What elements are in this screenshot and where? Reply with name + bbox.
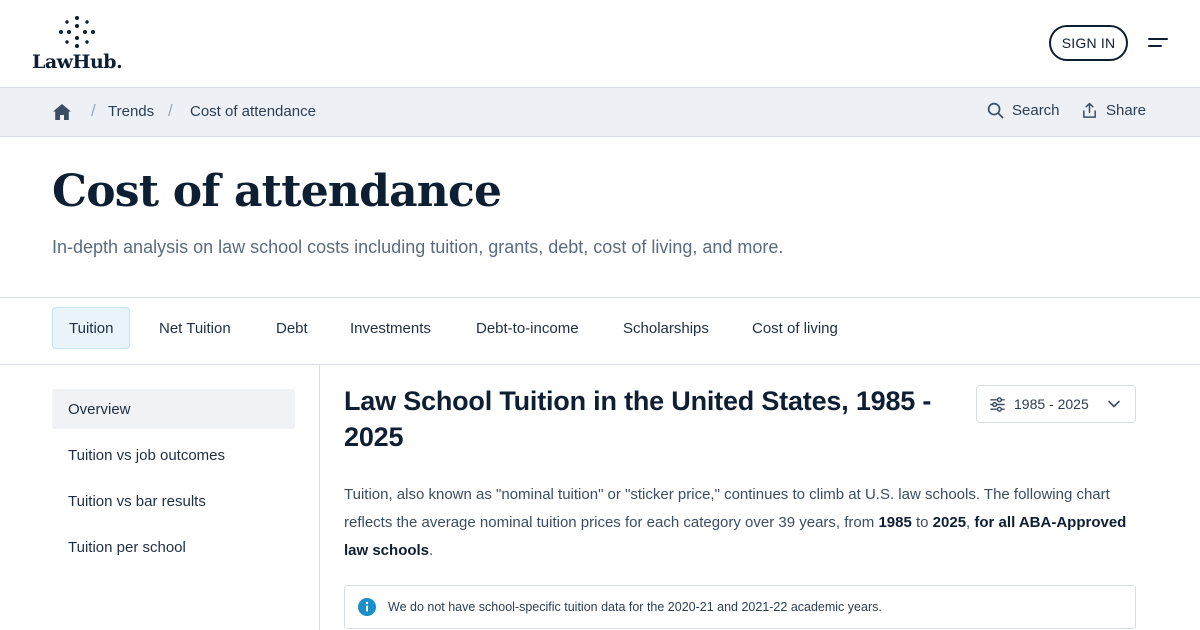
intro-to: to [911,514,933,531]
logo-text: LawHub. [32,51,123,73]
share-button[interactable]: Share [1081,102,1146,119]
tab-debt[interactable]: Debt [260,307,324,349]
tab-scholarships[interactable]: Scholarships [607,307,725,349]
sidebar-item-tuition-vs-bar-results[interactable]: Tuition vs bar results [52,481,295,521]
section-title: Law School Tuition in the United States,… [344,386,932,452]
home-icon[interactable] [52,102,72,122]
tab-cost-of-living[interactable]: Cost of living [736,307,854,349]
breadcrumb-item-cost-of-attendance[interactable]: Cost of attendance [190,103,316,120]
intro-end: . [429,542,434,559]
sidebar-item-tuition-per-school[interactable]: Tuition per school [52,527,295,567]
site-header: LawHub. SIGN IN [0,0,1200,88]
start-year: 1985 [878,514,912,531]
tab-debt-to-income[interactable]: Debt-to-income [460,307,595,349]
sidebar-item-tuition-vs-job-outcomes[interactable]: Tuition vs job outcomes [52,435,295,475]
breadcrumb-item-trends[interactable]: Trends [108,103,154,120]
tab-tuition[interactable]: Tuition [52,307,131,349]
search-icon [987,102,1004,119]
lawhub-logo[interactable]: LawHub. [32,16,128,74]
menu-icon[interactable] [1146,36,1170,52]
tab-investments[interactable]: Investments [334,307,447,349]
search-button[interactable]: Search [987,102,1060,119]
year-range-value: 1985 - 2025 [1014,396,1089,412]
page-subtitle: In-depth analysis on law school costs in… [52,237,784,257]
logo-mark-icon [59,16,95,48]
end-year: 2025 [932,514,967,531]
notice-text: We do not have school-specific tuition d… [388,600,882,614]
intro-paragraph: Tuition, also known as "nominal tuition"… [344,481,1136,565]
page-title: Cost of attendance [52,166,502,217]
breadcrumb-separator: / [91,101,96,120]
breadcrumb-bar: / Trends / Cost of attendance Search Sha… [0,88,1200,137]
sidebar-item-overview[interactable]: Overview [52,389,295,429]
year-range-select[interactable]: 1985 - 2025 [976,385,1136,423]
sidebar-divider [319,365,320,630]
breadcrumb-separator: / [168,101,173,120]
info-notice: We do not have school-specific tuition d… [344,585,1136,629]
search-label: Search [1012,102,1060,119]
info-icon [358,598,376,616]
sign-in-button[interactable]: SIGN IN [1049,25,1128,61]
tab-net-tuition[interactable]: Net Tuition [143,307,247,349]
tab-bar: Tuition Net Tuition Debt Investments Deb… [0,297,1200,365]
filter-sliders-icon [990,396,1005,412]
share-icon [1083,102,1096,118]
share-label: Share [1106,102,1147,119]
chevron-down-icon [1108,400,1120,408]
